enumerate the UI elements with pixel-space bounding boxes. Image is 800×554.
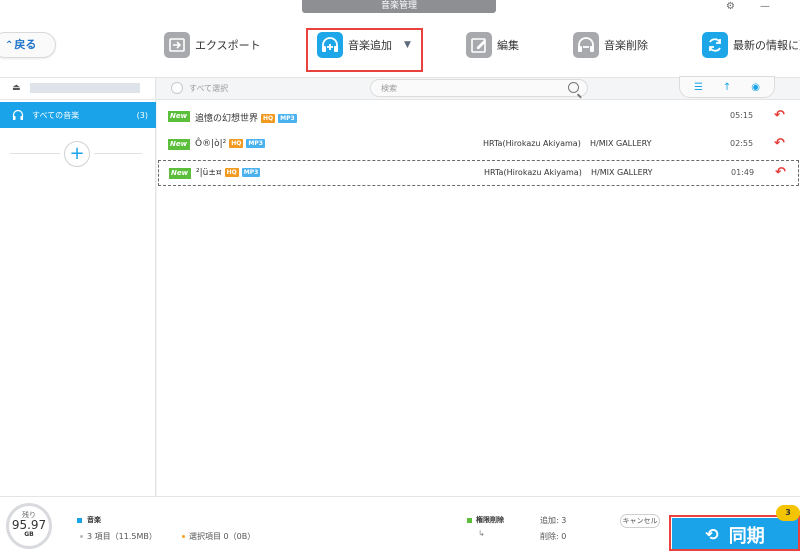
undo-icon[interactable]: ↶ <box>774 136 785 151</box>
song-title: Ô®|ò|² <box>195 139 227 149</box>
search-icon[interactable] <box>568 82 579 93</box>
title-bar: 音楽管理 ⚙ — <box>0 0 800 14</box>
add-playlist-button[interactable]: + <box>64 141 90 167</box>
refresh-button[interactable]: 最新の情報に更 <box>702 14 800 76</box>
format-badge: MP3 <box>241 168 261 177</box>
song-artist: HRTa(Hirokazu Akiyama) <box>483 139 581 148</box>
return-arrow-icon: ↳ <box>478 529 485 538</box>
song-album: H/MIX GALLERY <box>590 139 652 148</box>
song-duration: 02:55 <box>730 139 754 148</box>
refresh-label: 最新の情報に更 <box>733 39 800 52</box>
song-album: H/MIX GALLERY <box>591 168 653 177</box>
divider <box>94 153 142 154</box>
selected-count: 選択項目 0（0B） <box>189 532 256 541</box>
headphones-remove-icon <box>573 32 599 58</box>
cancel-button[interactable]: キャンセル <box>620 514 660 528</box>
new-badge: New <box>168 111 190 122</box>
gear-icon[interactable]: ⚙ <box>726 0 735 13</box>
song-title: 追憶の幻想世界 <box>195 114 259 124</box>
permission-legend-swatch <box>467 518 472 523</box>
table-row[interactable]: New ²|ü±¤ HQ MP3 HRTa(Hirokazu Akiyama) H/… <box>158 160 799 186</box>
edit-icon <box>466 32 492 58</box>
music-label: 音楽 <box>87 516 101 524</box>
song-title: ²|ü±¤ <box>196 168 222 178</box>
sidebar: ⏏ すべての音楽 (3) + <box>0 78 156 496</box>
headphones-icon <box>12 109 24 120</box>
minimize-button[interactable]: — <box>760 0 770 13</box>
selected-dot <box>182 535 185 538</box>
song-duration: 01:49 <box>731 168 755 177</box>
song-artist: HRTa(Hirokazu Akiyama) <box>484 168 582 177</box>
divider <box>10 153 60 154</box>
new-badge: New <box>168 139 190 150</box>
music-legend-swatch <box>77 518 82 523</box>
list-view-icon[interactable]: ☰ <box>694 82 703 93</box>
sidebar-item-count: (3) <box>136 110 148 120</box>
sort-icon[interactable]: ↑ <box>723 82 731 93</box>
sidebar-item-label: すべての音楽 <box>32 110 80 120</box>
format-badge: MP3 <box>246 139 265 148</box>
hq-badge: HQ <box>229 139 244 148</box>
device-row[interactable]: ⏏ <box>0 78 156 100</box>
hq-badge: HQ <box>261 114 276 123</box>
list-header: すべて選択 検索 ☰ ↑ ◉ <box>157 76 800 100</box>
permission-label: 権限削除 <box>476 516 504 524</box>
song-duration: 05:15 <box>730 111 754 120</box>
refresh-icon <box>702 32 728 58</box>
status-footer: 残り 95.97 GB 音楽 3 項目（11.5MB） 選択項目 0（0B） 権… <box>0 496 800 554</box>
sidebar-item-all-music[interactable]: すべての音楽 (3) <box>0 102 156 128</box>
undo-icon[interactable]: ↶ <box>775 165 786 180</box>
select-all-checkbox[interactable] <box>171 82 183 94</box>
disc-icon[interactable]: ◉ <box>751 82 760 93</box>
items-dot <box>80 535 83 538</box>
table-row[interactable]: New 追憶の幻想世界 HQ MP3 05:15 ↶ <box>158 104 799 130</box>
gauge-value: 95.97 <box>11 518 47 532</box>
delete-count: 削除: 0 <box>540 532 567 541</box>
eject-icon[interactable]: ⏏ <box>12 83 21 93</box>
export-button[interactable]: エクスポート <box>164 14 261 76</box>
add-music-highlight <box>306 28 423 72</box>
search-input[interactable]: 検索 <box>370 79 588 97</box>
search-placeholder: 検索 <box>381 84 397 93</box>
device-name <box>30 83 140 93</box>
window-title: 音楽管理 <box>302 0 496 13</box>
song-list-panel: すべて選択 検索 ☰ ↑ ◉ New 追憶の幻想世界 HQ MP3 05:15 ↶ … <box>157 76 800 496</box>
hq-badge: HQ <box>224 168 239 177</box>
edit-label: 編集 <box>497 39 519 52</box>
new-badge: New <box>169 168 191 179</box>
delete-music-button[interactable]: 音楽削除 <box>573 14 648 76</box>
export-icon <box>164 32 190 58</box>
format-badge: MP3 <box>278 114 297 123</box>
view-toggle-group: ☰ ↑ ◉ <box>679 76 775 98</box>
chevron-up-icon: ⌃ <box>5 40 14 51</box>
delete-music-label: 音楽削除 <box>604 39 648 52</box>
export-label: エクスポート <box>195 39 261 52</box>
select-all-label[interactable]: すべて選択 <box>189 83 228 94</box>
storage-gauge: 残り 95.97 GB <box>6 503 52 549</box>
sync-count-badge: 3 <box>776 505 800 521</box>
gauge-unit: GB <box>24 531 34 538</box>
back-button[interactable]: ⌃戻る <box>0 32 56 58</box>
edit-button[interactable]: 編集 <box>466 14 519 76</box>
plus-icon: + <box>69 143 85 164</box>
add-count: 追加: 3 <box>540 516 567 525</box>
back-label: 戻る <box>14 38 37 51</box>
table-row[interactable]: New Ô®|ò|² HQ MP3 HRTa(Hirokazu Akiyama) H… <box>158 132 799 158</box>
undo-icon[interactable]: ↶ <box>774 108 785 123</box>
items-count: 3 項目（11.5MB） <box>87 532 157 541</box>
